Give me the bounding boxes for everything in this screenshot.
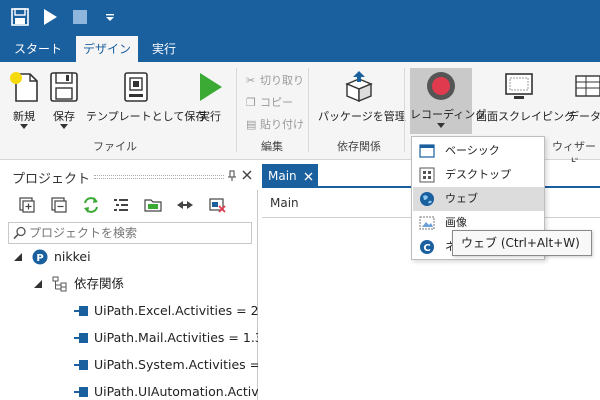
image-icon — [419, 216, 435, 230]
data-scraping-button[interactable]: データス — [566, 66, 600, 134]
project-icon: P — [32, 249, 48, 265]
package-reference-icon — [74, 306, 88, 316]
chevron-down-icon — [20, 124, 28, 129]
ribbon-separator — [404, 68, 405, 152]
project-search-box[interactable] — [8, 222, 252, 244]
menu-item-web[interactable]: ウェブ — [413, 187, 544, 211]
play-icon[interactable] — [40, 7, 60, 27]
refresh-icon[interactable] — [82, 196, 100, 214]
collapse-all-icon[interactable] — [50, 196, 68, 214]
project-search-input[interactable] — [29, 225, 247, 241]
link-icon[interactable] — [176, 196, 194, 214]
svg-text:P: P — [36, 253, 43, 264]
open-folder-icon[interactable] — [144, 196, 162, 214]
citrix-icon: C — [420, 240, 434, 254]
menu-item-desktop[interactable]: デスクトップ — [413, 163, 544, 187]
project-panel-header: プロジェクト — [0, 162, 258, 190]
new-file-icon — [10, 72, 38, 102]
title-bar — [0, 0, 600, 36]
group-label-edit: 編集 — [261, 140, 283, 153]
project-toolbar — [0, 192, 258, 220]
tree-item-label: UiPath.Excel.Activities = 2.5 — [94, 303, 258, 318]
svg-text:C: C — [423, 243, 430, 254]
package-reference-icon — [74, 360, 88, 370]
quick-access-dropdown-icon[interactable] — [104, 7, 116, 27]
search-icon — [13, 226, 26, 240]
scissors-icon: ✂ — [246, 74, 256, 87]
save-disk-icon — [50, 72, 78, 102]
close-icon[interactable] — [304, 172, 313, 181]
paste-icon: ▤ — [246, 118, 257, 131]
tree-item-package[interactable]: UiPath.Excel.Activities = 2.5 — [74, 300, 258, 322]
screen-scraping-button[interactable]: 画面スクレイピング — [476, 66, 575, 134]
paste-button[interactable]: ▤ 貼り付け — [246, 116, 304, 132]
close-icon[interactable] — [242, 170, 252, 180]
stop-icon[interactable] — [70, 7, 90, 27]
tree-item-label: 依存関係 — [74, 276, 125, 291]
monitor-icon — [505, 73, 533, 99]
run-play-icon — [200, 73, 222, 101]
recording-button[interactable]: レコーディング — [410, 68, 486, 134]
tooltip: ウェブ (Ctrl+Alt+W) — [452, 230, 592, 256]
globe-icon — [420, 192, 434, 206]
project-panel-title: プロジェクト — [12, 172, 91, 187]
tree-item-label: UiPath.System.Activities = — [94, 357, 258, 372]
copy-button[interactable]: ❐ コピー — [246, 94, 293, 110]
menu-item-basic[interactable]: ベーシック — [413, 139, 544, 163]
tree-item-package[interactable]: UiPath.Mail.Activities = 1.3. — [74, 327, 258, 349]
record-icon — [427, 72, 455, 100]
basic-window-icon — [419, 144, 435, 158]
manage-packages-button[interactable]: パッケージを管理 — [318, 66, 406, 134]
desktop-app-icon — [419, 167, 435, 183]
tree-expanded-icon[interactable] — [34, 280, 42, 288]
chevron-down-icon — [437, 123, 445, 128]
group-label-file: ファイル — [93, 140, 137, 153]
group-label-dependencies: 依存関係 — [337, 140, 381, 153]
tree-expanded-icon[interactable] — [14, 253, 22, 261]
package-icon — [345, 71, 373, 103]
panel-grip — [94, 175, 224, 179]
expand-all-icon[interactable] — [18, 196, 36, 214]
data-table-icon — [575, 75, 600, 97]
tab-main[interactable]: Main — [262, 164, 318, 188]
pin-icon[interactable] — [226, 170, 238, 182]
cut-button[interactable]: ✂ 切り取り — [246, 72, 304, 88]
run-button[interactable]: 実行 — [190, 66, 230, 134]
package-reference-icon — [74, 333, 88, 343]
tree-item-package[interactable]: UiPath.System.Activities = — [74, 354, 258, 376]
tab-run[interactable]: 実行 — [140, 36, 188, 62]
ribbon-tab-bar: スタート デザイン 実行 — [0, 36, 600, 62]
new-button[interactable]: 新規 — [4, 66, 44, 134]
tab-design[interactable]: デザイン — [76, 36, 138, 62]
tree-item-label: UiPath.UIAutomation.Activiti — [94, 384, 258, 399]
ribbon-separator — [308, 68, 309, 152]
save-as-template-button[interactable]: テンプレートとして保存 — [86, 66, 206, 134]
save-button[interactable]: 保存 — [44, 66, 84, 134]
template-icon — [124, 72, 148, 102]
breadcrumb[interactable]: Main — [270, 196, 299, 210]
list-view-icon[interactable] — [112, 196, 130, 214]
tree-item-label: UiPath.Mail.Activities = 1.3. — [94, 330, 258, 345]
package-reference-icon — [74, 387, 88, 397]
chevron-down-icon — [60, 124, 68, 129]
tree-item-package[interactable]: UiPath.UIAutomation.Activiti — [74, 381, 258, 400]
copy-icon: ❐ — [246, 96, 256, 109]
dependencies-icon — [52, 276, 67, 292]
ribbon-separator — [236, 68, 237, 152]
remove-unused-icon[interactable] — [208, 196, 226, 214]
document-tab-label: Main — [268, 169, 297, 183]
tree-item-label: nikkei — [54, 249, 91, 264]
save-icon[interactable] — [10, 7, 30, 27]
tab-start[interactable]: スタート — [8, 36, 68, 62]
project-panel: プロジェクト プロジェクトを検索 P nikkei 依存関係 UiPath.Ex… — [0, 162, 258, 400]
